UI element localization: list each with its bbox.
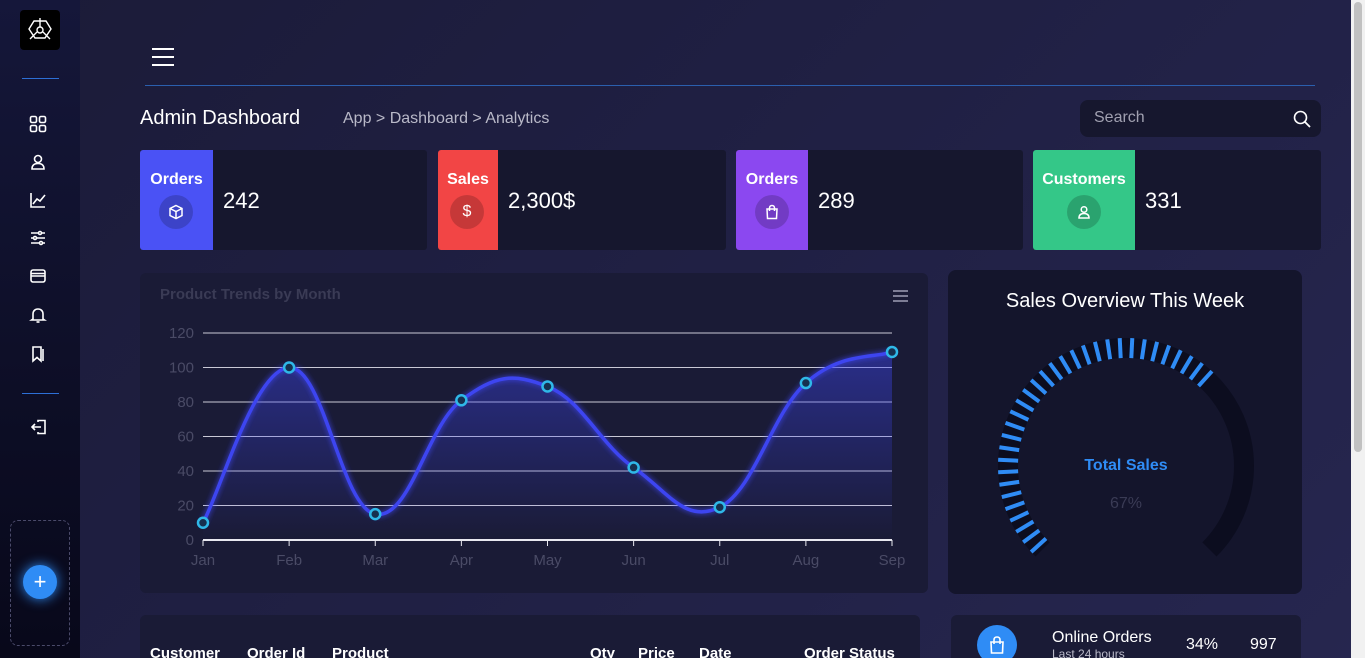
data-point[interactable] — [799, 376, 813, 390]
y-tick-label: 40 — [177, 463, 194, 480]
stat-label: Customers — [1042, 171, 1126, 188]
add-button[interactable]: + — [23, 565, 57, 599]
table-header-qty[interactable]: Qty — [590, 645, 615, 658]
stat-value: 331 — [1145, 188, 1182, 213]
x-tick-label: Jun — [622, 552, 646, 569]
logout-icon[interactable] — [28, 417, 48, 437]
line-chart: 0 20 40 60 80 100 120 Jan Feb Mar Apr May Jun Jul Aug… — [169, 325, 906, 569]
stat-label: Sales — [447, 171, 489, 188]
shopping-bag-icon — [977, 625, 1017, 658]
x-tick-label: Feb — [276, 552, 302, 569]
stat-card-orders[interactable]: Orders — [140, 150, 427, 250]
menu-toggle-button[interactable] — [152, 48, 174, 66]
bag-icon — [755, 195, 789, 229]
table-header-order-id[interactable]: Order Id — [247, 645, 305, 658]
stat-label: Orders — [150, 171, 203, 188]
table-header-price[interactable]: Price — [638, 645, 675, 658]
x-tick-label: Jul — [710, 552, 729, 569]
x-tick-label: Apr — [450, 552, 473, 569]
page-scrollbar[interactable] — [1351, 0, 1365, 658]
dashboard-grid-icon[interactable] — [28, 114, 48, 134]
sidebar: + — [0, 0, 80, 658]
stat-label: Orders — [745, 171, 799, 188]
online-orders-title: Online Orders — [1052, 629, 1152, 646]
page-title: Admin Dashboard — [140, 107, 301, 129]
gauge-label: Total Sales — [1084, 457, 1168, 474]
gauge-tick — [1117, 338, 1123, 359]
x-tick-label: Jan — [191, 552, 215, 569]
online-orders-subtitle: Last 24 hours — [1052, 647, 1125, 658]
browser-window-icon[interactable] — [28, 266, 48, 286]
gauge-value: 67% — [1109, 495, 1143, 512]
stat-value: 289 — [818, 188, 855, 213]
stat-card-orders-2[interactable]: Orders — [736, 150, 1023, 250]
y-tick-label: 0 — [186, 532, 194, 549]
bell-icon[interactable] — [28, 305, 48, 325]
gauge-track — [998, 338, 1254, 557]
orders-table: Customer Order Id Product Qty Price Date… — [140, 615, 920, 658]
y-tick-label: 60 — [177, 429, 194, 446]
online-orders-count: 997 — [1250, 636, 1277, 653]
sliders-icon[interactable] — [28, 228, 48, 248]
y-tick-label: 80 — [177, 394, 194, 411]
stat-color-block: Orders — [140, 150, 213, 250]
table-header-order-status[interactable]: Order Status — [804, 645, 895, 658]
data-point[interactable] — [541, 380, 554, 393]
search-box — [1080, 100, 1321, 137]
logo[interactable] — [20, 10, 60, 50]
stat-value: 2,300$ — [508, 188, 576, 213]
sales-overview-card: Sales Overview This Week Total Sales 67% — [948, 270, 1302, 594]
stat-card-sales[interactable]: Sales $ — [438, 150, 726, 250]
stat-color-block: Orders — [736, 150, 808, 250]
dollar-icon: $ — [450, 195, 484, 229]
search-input[interactable] — [1094, 108, 1284, 128]
x-tick-label: Aug — [793, 552, 820, 569]
y-tick-label: 20 — [177, 498, 194, 515]
sidebar-separator — [22, 78, 59, 79]
logo-icon — [28, 18, 52, 40]
table-header-product[interactable]: Product — [332, 645, 389, 658]
box-icon — [159, 195, 193, 229]
online-orders-card[interactable]: Online Orders Last 24 hours 34% 997 — [951, 615, 1301, 658]
stat-value: 242 — [223, 188, 260, 213]
table-header-customer[interactable]: Customer — [150, 645, 220, 658]
bookmarks-icon[interactable] — [28, 344, 48, 364]
sidebar-separator — [22, 393, 59, 394]
data-point[interactable] — [196, 516, 210, 529]
table-header-date[interactable]: Date — [699, 645, 732, 658]
radial-gauge — [998, 338, 1254, 557]
x-tick-label: May — [533, 552, 562, 569]
scrollbar-thumb[interactable] — [1354, 2, 1362, 452]
chart-line-icon[interactable] — [28, 190, 48, 210]
data-point[interactable] — [885, 345, 899, 359]
y-tick-label: 100 — [169, 360, 194, 377]
data-point[interactable] — [455, 394, 468, 407]
user-icon[interactable] — [28, 152, 48, 172]
product-trends-card: Product Trends by Month 0 20 40 60 80 100 120 … — [140, 273, 928, 593]
data-point[interactable] — [282, 361, 296, 374]
header-divider — [145, 85, 1315, 86]
x-tick-label: Mar — [362, 552, 388, 569]
data-point[interactable] — [713, 500, 726, 514]
gauge-tick — [1129, 338, 1135, 359]
y-tick-label: 120 — [169, 325, 194, 342]
x-tick-label: Sep — [879, 552, 906, 569]
search-icon[interactable] — [1292, 109, 1312, 129]
stat-color-block: Sales $ — [438, 150, 498, 250]
stat-color-block: Customers — [1033, 150, 1135, 250]
online-orders-percent: 34% — [1186, 636, 1219, 653]
breadcrumb: App > Dashboard > Analytics — [343, 110, 550, 127]
data-point[interactable] — [627, 461, 640, 474]
data-point[interactable] — [369, 507, 382, 521]
user-icon — [1067, 195, 1101, 229]
